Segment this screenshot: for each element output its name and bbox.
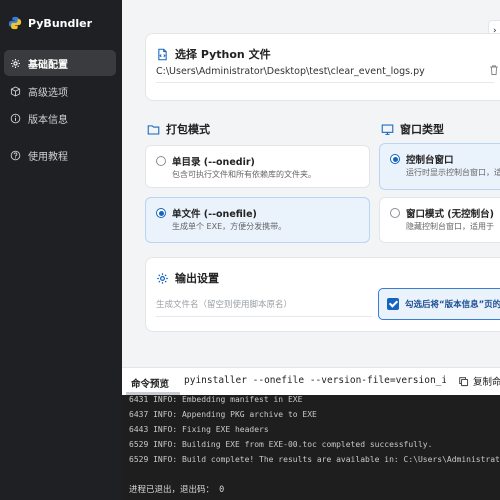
python-logo-icon (8, 16, 22, 30)
option-title: 控制台窗口 (406, 155, 454, 166)
version-info-checkbox[interactable]: 勾选后将“版本信息”页的 (378, 288, 500, 320)
main-content: › 选择 Python 文件 C:\Users\Administrator\De… (122, 0, 500, 395)
output-settings-title-text: 输出设置 (175, 272, 219, 285)
option-console-window[interactable]: 控制台窗口 运行时显示控制台窗口，适 (379, 143, 500, 190)
help-icon (10, 150, 21, 160)
option-onedir[interactable]: 单目录 (--onedir) 包含可执行文件和所有依赖库的文件夹。 (145, 145, 370, 188)
output-settings-card: 输出设置 生成文件名（留空则使用脚本原名） 勾选后将“版本信息”页的 (145, 257, 500, 332)
console-line: 6443 INFO: Fixing EXE headers (129, 425, 269, 434)
python-file-path-field[interactable]: C:\Users\Administrator\Desktop\test\clea… (156, 60, 494, 83)
option-title: 单文件 (--onefile) (172, 209, 257, 220)
settings-gear-icon (157, 272, 168, 284)
command-preview-label: 命令预览 (131, 379, 170, 390)
copy-command-label: 复制命 (473, 377, 500, 388)
sidebar: PyBundler 基础配置 高级选项 版本信息 使用教程 (0, 0, 122, 500)
option-desc: 包含可执行文件和所有依赖库的文件夹。 (172, 170, 316, 179)
window-type-title: 窗口类型 (381, 121, 444, 137)
command-preview-text: pyinstaller --onefile --version-file=ver… (184, 375, 446, 386)
folder-icon (147, 124, 160, 134)
option-title: 窗口模式 (无控制台) (406, 209, 494, 220)
app-name: PyBundler (28, 16, 93, 30)
package-mode-title: 打包模式 (147, 121, 210, 137)
sidebar-item-advanced[interactable]: 高级选项 (4, 78, 116, 104)
sidebar-item-label: 高级选项 (28, 87, 68, 99)
radio-console-window[interactable] (390, 154, 400, 164)
radio-onefile[interactable] (156, 208, 166, 218)
console-line: 6437 INFO: Appending PKG archive to EXE (129, 410, 317, 419)
option-desc: 生成单个 EXE，方便分发携带。 (172, 222, 287, 231)
console-output: 6431 INFO: Embedding manifest in EXE 643… (122, 395, 500, 500)
option-desc: 隐藏控制台窗口，适用于 (406, 222, 494, 231)
command-preview-bar: 命令预览 pyinstaller --onefile --version-fil… (122, 367, 500, 395)
box-icon (10, 86, 21, 96)
option-title: 单目录 (--onedir) (172, 157, 255, 168)
console-line: 6529 INFO: Building EXE from EXE-00.toc … (129, 440, 433, 449)
option-windowed[interactable]: 窗口模式 (无控制台) 隐藏控制台窗口，适用于 (379, 197, 500, 243)
console-line: 6431 INFO: Embedding manifest in EXE (129, 395, 303, 404)
copy-icon (459, 376, 469, 386)
sidebar-item-version-info[interactable]: 版本信息 (4, 105, 116, 131)
trash-icon[interactable] (488, 64, 500, 76)
brand: PyBundler (8, 16, 92, 30)
checkbox-label: 勾选后将“版本信息”页的 (405, 300, 500, 310)
radio-onedir[interactable] (156, 156, 166, 166)
option-desc: 运行时显示控制台窗口，适 (406, 168, 500, 177)
gear-icon (11, 58, 20, 68)
output-settings-title: 输出设置 (156, 270, 219, 286)
sidebar-item-label: 版本信息 (28, 114, 68, 126)
info-icon (10, 113, 21, 123)
console-exit-status: 进程已退出，退出码： 0 (129, 485, 225, 495)
package-mode-title-text: 打包模式 (166, 123, 210, 136)
file-select-card: 选择 Python 文件 C:\Users\Administrator\Desk… (145, 33, 500, 101)
output-filename-input[interactable]: 生成文件名（留空则使用脚本原名） (156, 291, 372, 317)
radio-windowed[interactable] (390, 208, 400, 218)
option-onefile[interactable]: 单文件 (--onefile) 生成单个 EXE，方便分发携带。 (145, 197, 370, 243)
console-line: 6529 INFO: Build complete! The results a… (129, 455, 500, 464)
copy-command-button[interactable]: 复制命 (458, 374, 500, 388)
window-type-title-text: 窗口类型 (400, 123, 444, 136)
sidebar-item-label: 使用教程 (28, 151, 68, 163)
sidebar-item-basic-config[interactable]: 基础配置 (4, 50, 116, 76)
sidebar-item-tutorial[interactable]: 使用教程 (4, 142, 116, 168)
sidebar-item-label: 基础配置 (28, 59, 68, 71)
monitor-icon (381, 124, 394, 135)
file-code-icon (158, 48, 167, 60)
checkbox-checked-icon[interactable] (387, 298, 399, 310)
